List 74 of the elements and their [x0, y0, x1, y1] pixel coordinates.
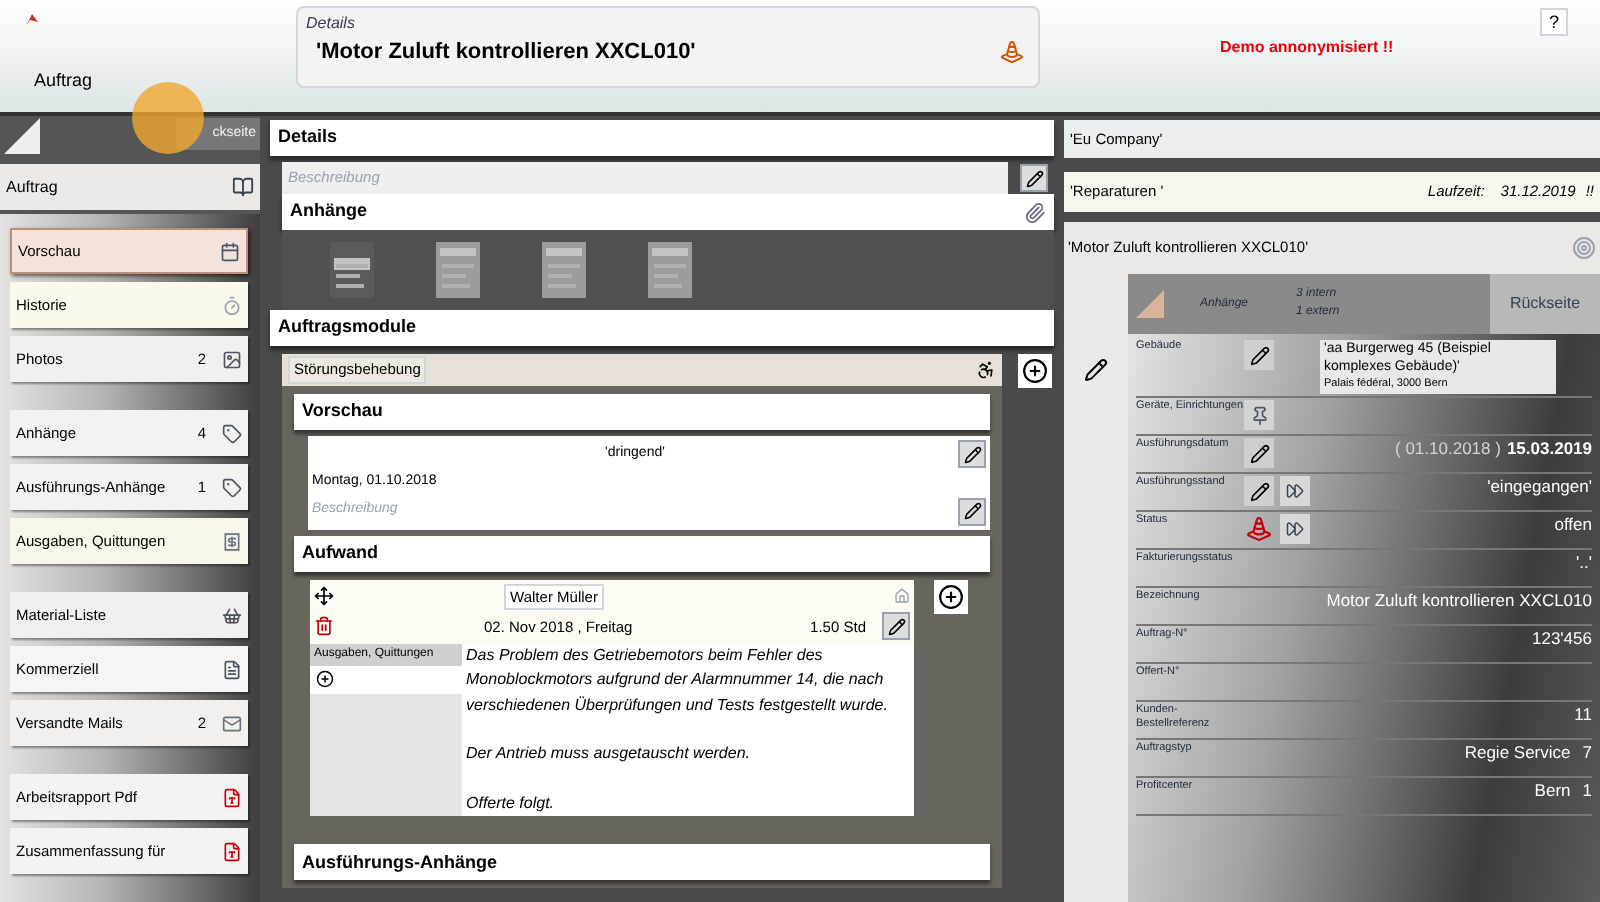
image-icon [222, 349, 242, 369]
field-note: ( 01.10.2018 ) [1395, 438, 1501, 462]
receipt-icon [222, 531, 242, 551]
field-code: 1 [1582, 780, 1592, 804]
tag-icon [222, 477, 242, 497]
timer-icon [222, 295, 242, 315]
pencil-icon [963, 445, 981, 463]
demo-notice: Demo annonymisiert !! [1220, 36, 1394, 60]
edit-button[interactable] [958, 497, 986, 525]
pin-icon [1249, 405, 1269, 425]
book-icon [232, 176, 254, 199]
pencil-icon [1249, 481, 1269, 501]
pencil-icon [1249, 443, 1269, 463]
add-icon [938, 583, 964, 609]
field-code: 7 [1582, 742, 1592, 766]
target-icon [1572, 236, 1596, 260]
description-text: Offerte folgt. [466, 791, 557, 816]
fast-forward-icon [1286, 482, 1304, 500]
fast-forward-icon [1286, 520, 1304, 538]
field-value: Regie Service [1464, 742, 1571, 766]
edit-button[interactable] [958, 440, 986, 468]
cone-icon [1000, 40, 1024, 65]
module-label: Auftrag [34, 68, 95, 94]
cone-icon [1246, 516, 1272, 542]
description-text: Der Antrieb muss ausgetauscht werden. [466, 742, 752, 767]
delete-icon[interactable] [314, 616, 334, 637]
field-value: 123'456 [1532, 628, 1592, 652]
forward-button[interactable] [1280, 476, 1310, 506]
add-button[interactable] [1018, 354, 1052, 388]
field-value: 'eingegangen' [1487, 476, 1592, 500]
field-value: offen [1554, 514, 1592, 538]
field-value: 11 [1574, 704, 1592, 728]
edit-button[interactable] [1244, 340, 1274, 370]
pdf-icon [222, 787, 242, 807]
pencil-icon [1084, 357, 1108, 381]
figure-icon [976, 360, 996, 380]
edit-button[interactable] [882, 612, 910, 641]
field-value: Bern [1534, 780, 1571, 804]
section-heading: Auftragsmodule [270, 310, 1054, 346]
help-button[interactable]: ? [1540, 8, 1568, 36]
add-icon[interactable] [316, 670, 334, 689]
forward-button[interactable] [1280, 514, 1310, 544]
section-heading: Aufwand [294, 535, 990, 571]
section-heading: Anhänge [282, 194, 1054, 230]
tag-icon [222, 423, 242, 443]
calendar-icon [220, 241, 240, 261]
edit-button[interactable] [1244, 438, 1274, 468]
basket-icon [222, 605, 242, 625]
move-icon[interactable] [314, 586, 334, 607]
section-header: Auftrag [0, 164, 260, 214]
edit-button[interactable] [1081, 354, 1111, 384]
section-heading: Details [270, 120, 1054, 156]
home-icon [894, 588, 910, 605]
pencil-icon [963, 502, 981, 520]
field-value: '..' [1576, 552, 1592, 576]
logo-icon [24, 12, 40, 28]
pin-button[interactable] [1244, 400, 1274, 430]
add-button[interactable] [934, 579, 968, 613]
field-value: 15.03.2019 [1506, 438, 1592, 462]
edit-button[interactable] [1244, 476, 1274, 506]
description-text: Das Problem des Getriebemotors beim Fehler des Monoblockmotors aufgrund der Alarmnummer 14, die nach verschiedenen Überprüfungen und Tests festgestellt wurde. [466, 643, 890, 718]
paperclip-icon [1024, 201, 1046, 223]
pencil-icon [887, 617, 905, 636]
edit-button[interactable] [1020, 164, 1048, 192]
section-heading: Ausführungs-Anhänge [294, 844, 990, 881]
details-card: Details 'Motor Zuluft kontrollieren XXCL010' [296, 6, 1040, 88]
mail-icon [222, 713, 242, 733]
pencil-icon [1249, 345, 1269, 365]
pencil-icon [1025, 169, 1043, 187]
section-heading: Vorschau [294, 394, 990, 430]
field-value: Motor Zuluft kontrollieren XXCL010 [1326, 590, 1592, 614]
back-button[interactable]: Rückseite [1490, 274, 1600, 334]
add-icon [1022, 358, 1048, 384]
pdf-icon [222, 841, 242, 861]
